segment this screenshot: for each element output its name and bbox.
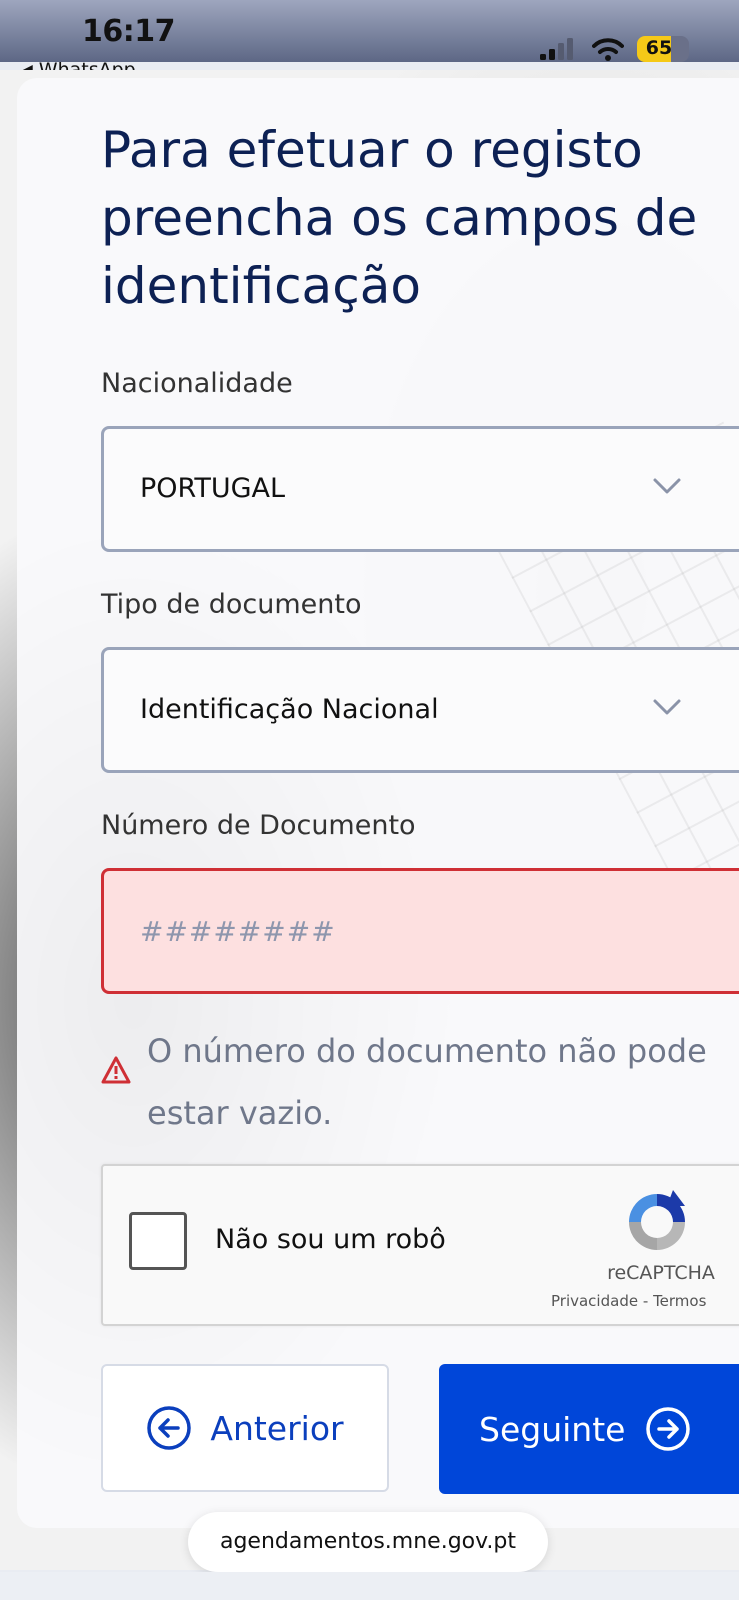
privacy-link[interactable]: Privacidade: [551, 1292, 638, 1310]
next-button-label: Seguinte: [479, 1409, 626, 1449]
nationality-value: PORTUGAL: [140, 473, 286, 504]
links-separator: -: [642, 1292, 649, 1310]
status-bar: 16:17 65 ◀ WhatsApp: [0, 0, 739, 81]
recaptcha-links: Privacidade - Termos: [551, 1292, 739, 1310]
recaptcha-checkbox[interactable]: [129, 1212, 187, 1270]
recaptcha-widget: Não sou um robô reCAPTCHA Privacidade - …: [101, 1164, 739, 1326]
document-type-select[interactable]: Identificação Nacional: [101, 647, 739, 773]
document-number-input[interactable]: [101, 868, 739, 994]
wifi-icon: [592, 38, 624, 61]
registration-sheet: Para efetuar o registo preencha os campo…: [17, 78, 739, 1528]
previous-button-label: Anterior: [210, 1408, 344, 1448]
status-time: 16:17: [82, 14, 176, 49]
page-title: Para efetuar o registo preencha os campo…: [101, 121, 698, 315]
recaptcha-label: Não sou um robô: [215, 1224, 446, 1255]
error-message: O número do documento não pode estar vaz…: [147, 1032, 707, 1132]
document-type-label: Tipo de documento: [101, 589, 362, 620]
battery-icon: 65: [637, 36, 689, 62]
cellular-signal-icon: [540, 38, 573, 60]
nationality-select[interactable]: PORTUGAL: [101, 426, 739, 552]
warning-icon: [101, 1056, 131, 1084]
recaptcha-brand: reCAPTCHA: [607, 1262, 715, 1284]
browser-url-bar[interactable]: agendamentos.mne.gov.pt: [188, 1512, 548, 1572]
nationality-label: Nacionalidade: [101, 368, 293, 399]
recaptcha-logo-icon: [629, 1190, 685, 1250]
next-button[interactable]: Seguinte: [439, 1364, 739, 1494]
document-number-label: Número de Documento: [101, 810, 416, 841]
previous-button[interactable]: Anterior: [101, 1364, 389, 1492]
bottom-safe-area: [0, 1572, 739, 1600]
chevron-down-icon: [653, 699, 681, 715]
chevron-down-icon: [653, 478, 681, 494]
arrow-left-circle-icon: [147, 1406, 192, 1450]
arrow-right-circle-icon: [646, 1407, 691, 1451]
document-type-value: Identificação Nacional: [140, 694, 439, 725]
terms-link[interactable]: Termos: [653, 1292, 706, 1310]
battery-percentage: 65: [645, 37, 673, 59]
